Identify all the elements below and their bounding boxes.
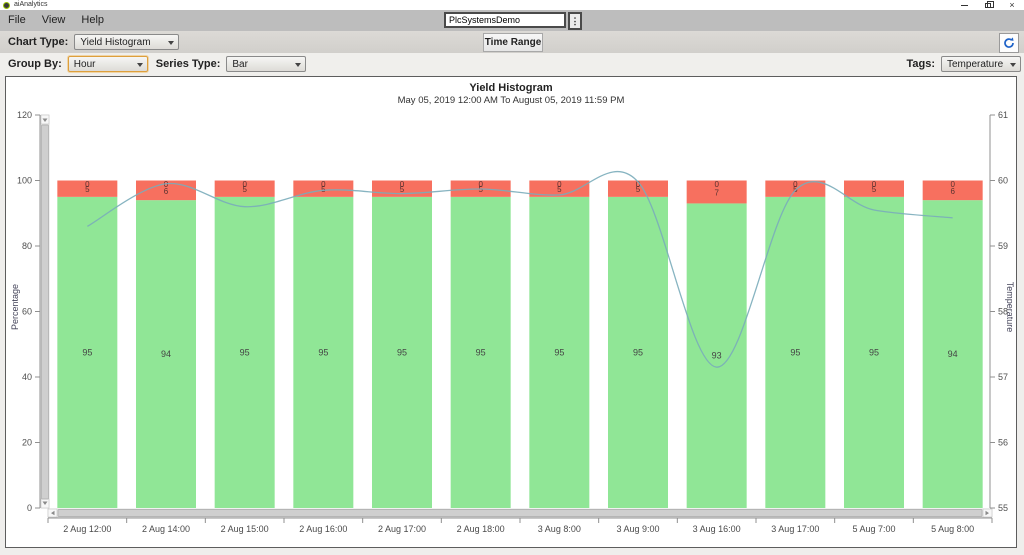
close-icon: × [1009, 0, 1015, 10]
chart-text: 5 [400, 185, 405, 194]
chart-text: 5 Aug 7:00 [852, 524, 895, 534]
chart-text: 5 [872, 185, 877, 194]
refresh-button[interactable] [999, 33, 1019, 53]
chart-text: 55 [998, 503, 1008, 513]
chevron-down-icon [295, 63, 302, 67]
yield-histogram-chart: 0595069405950595059505950595059507930595… [17, 110, 1008, 534]
chart-text: 40 [22, 372, 32, 382]
group-by-label: Group By: [8, 58, 62, 70]
chevron-down-icon [168, 41, 175, 45]
chart-text: 59 [998, 241, 1008, 251]
chart-text: 60 [22, 307, 32, 317]
chart-text: 5 Aug 8:00 [931, 524, 974, 534]
time-range-button[interactable]: Time Range [483, 33, 543, 52]
chart-text: 6 [164, 187, 169, 196]
chart-text: 94 [161, 349, 171, 359]
toolbar-filter-row: Group By: Hour Series Type: Bar Tags: Te… [0, 53, 1024, 75]
chart-text: 2 Aug 15:00 [221, 524, 269, 534]
chart-text: 5 [242, 185, 247, 194]
chart-text: 57 [998, 372, 1008, 382]
series-type-value: Bar [232, 58, 248, 70]
chart-text: 20 [22, 438, 32, 448]
chart-text: 61 [998, 110, 1008, 120]
chart-text: 93 [712, 351, 722, 361]
title-bar: aiAnalytics × [0, 0, 1024, 10]
vertical-scrollbar-thumb[interactable] [41, 124, 49, 500]
series-type-dropdown[interactable]: Bar [226, 56, 307, 72]
chart-text: 95 [240, 347, 250, 357]
chart-text: 100 [17, 176, 32, 186]
chart-text: 2 Aug 16:00 [299, 524, 347, 534]
restore-icon [985, 0, 994, 8]
chart-text: 95 [397, 347, 407, 357]
chart-text: 3 Aug 8:00 [538, 524, 581, 534]
series-type-label: Series Type: [155, 58, 221, 70]
chart-text: 2 Aug 14:00 [142, 524, 190, 534]
tags-value: Temperature [947, 58, 1004, 70]
chart-text: 95 [790, 347, 800, 357]
chart-text: 95 [633, 347, 643, 357]
chart-text: 58 [998, 307, 1008, 317]
chart-text: 120 [17, 110, 32, 120]
chart-text: 5 [557, 185, 562, 194]
window-title: aiAnalytics [14, 1, 48, 8]
chart-text: 95 [869, 347, 879, 357]
connection-more-button[interactable]: ⋮ [568, 12, 582, 30]
chart-text: 3 Aug 9:00 [616, 524, 659, 534]
chart-text: 7 [714, 188, 719, 197]
chart-text: 80 [22, 241, 32, 251]
chart-text: 5 [85, 185, 90, 194]
group-by-dropdown[interactable]: Hour [67, 56, 148, 72]
chevron-down-icon [136, 63, 143, 67]
chart-text: 3 Aug 17:00 [771, 524, 819, 534]
chart-text: 95 [318, 347, 328, 357]
app-logo-icon [3, 1, 10, 9]
chart-panel: Yield Histogram May 05, 2019 12:00 AM To… [5, 76, 1017, 548]
chart-type-value: Yield Histogram [80, 36, 151, 48]
chart-text: 6 [950, 187, 955, 196]
horizontal-scrollbar-thumb[interactable] [57, 509, 983, 517]
menu-bar: File View Help ⋮ [0, 10, 1024, 31]
tags-label: Tags: [906, 58, 935, 70]
chevron-down-icon [1010, 63, 1016, 67]
menu-view[interactable]: View [34, 10, 74, 31]
chart-text: 2 Aug 12:00 [63, 524, 111, 534]
chart-text: 95 [82, 347, 92, 357]
chart-text: 56 [998, 438, 1008, 448]
menu-file[interactable]: File [0, 10, 34, 31]
group-by-value: Hour [73, 58, 96, 70]
chart-text: 5 [636, 185, 641, 194]
chart-text: 94 [948, 349, 958, 359]
chart-type-dropdown[interactable]: Yield Histogram [74, 34, 180, 50]
connection-group: ⋮ [444, 12, 582, 30]
chart-text: 60 [998, 176, 1008, 186]
menu-help[interactable]: Help [73, 10, 112, 31]
chart-text: 2 Aug 18:00 [457, 524, 505, 534]
chart-text: 0 [27, 503, 32, 513]
chart-text: 3 Aug 16:00 [693, 524, 741, 534]
chart-text: 95 [554, 347, 564, 357]
restore-button[interactable] [976, 0, 1000, 10]
chart-text: 2 Aug 17:00 [378, 524, 426, 534]
chart-type-label: Chart Type: [8, 36, 69, 48]
connection-input[interactable] [444, 12, 566, 28]
toolbar-chart-type-row: Chart Type: Yield Histogram Time Range [0, 31, 1024, 53]
refresh-icon [1004, 37, 1014, 48]
minimize-icon [960, 4, 968, 6]
window-controls: × [952, 0, 1024, 10]
tags-dropdown[interactable]: Temperature [941, 56, 1021, 72]
minimize-button[interactable] [952, 0, 976, 10]
chart-text: 95 [476, 347, 486, 357]
close-button[interactable]: × [1000, 0, 1024, 10]
